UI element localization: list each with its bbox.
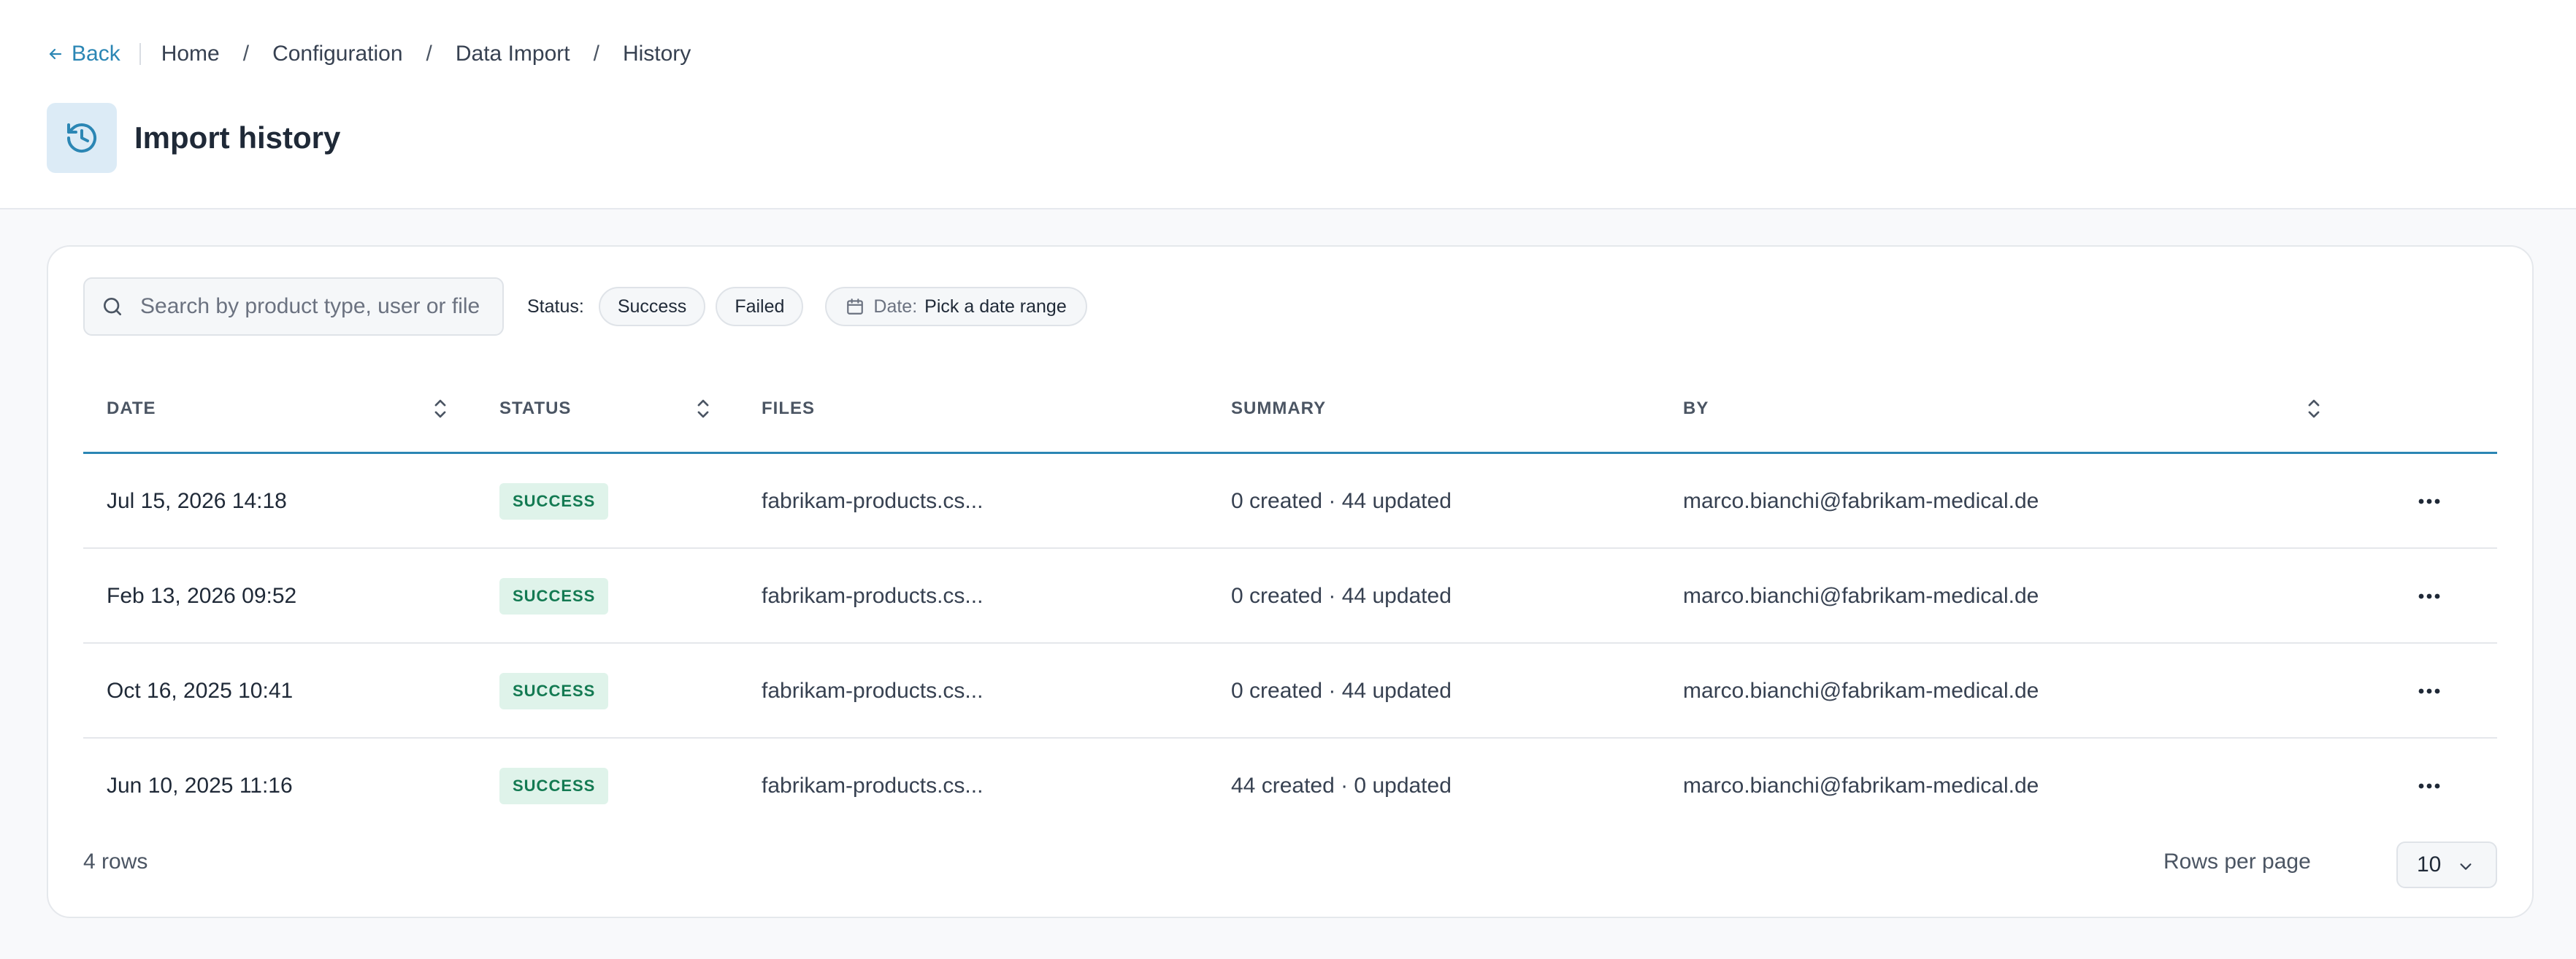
breadcrumb-divider	[139, 43, 141, 65]
date-filter-label: Date:	[873, 296, 918, 317]
more-icon	[2418, 688, 2440, 694]
more-icon	[2418, 498, 2440, 504]
table-row[interactable]: Jul 15, 2026 14:18 SUCCESS fabrikam-prod…	[83, 454, 2497, 549]
more-actions-button[interactable]	[2415, 681, 2443, 701]
cell-date: Jul 15, 2026 14:18	[107, 489, 287, 513]
rows-per-page-select[interactable]: 10	[2396, 841, 2497, 888]
more-icon	[2418, 783, 2440, 789]
table-row[interactable]: Feb 13, 2026 09:52 SUCCESS fabrikam-prod…	[83, 549, 2497, 644]
page-title: Import history	[134, 120, 341, 155]
cell-user: marco.bianchi@fabrikam-medical.de	[1683, 774, 2039, 798]
breadcrumb-data-import[interactable]: Data Import	[456, 42, 570, 66]
back-label: Back	[72, 42, 120, 66]
breadcrumb-separator: /	[426, 42, 432, 66]
status-badge: SUCCESS	[499, 673, 609, 709]
cell-file[interactable]: fabrikam-products.cs...	[762, 549, 983, 644]
cell-file[interactable]: fabrikam-products.cs...	[762, 454, 983, 549]
page-header: Back Home / Configuration / Data Import …	[0, 0, 2576, 209]
status-badge: SUCCESS	[499, 483, 609, 520]
row-count: 4 rows	[83, 850, 148, 874]
cell-summary: 0 created · 44 updated	[1231, 679, 1452, 703]
cell-date: Oct 16, 2025 10:41	[107, 679, 294, 703]
breadcrumb-separator: /	[593, 42, 599, 66]
column-header-date[interactable]: DATE	[107, 363, 156, 454]
chevron-down-icon	[2460, 863, 2472, 870]
column-header-status[interactable]: STATUS	[499, 363, 571, 454]
status-badge: SUCCESS	[499, 768, 609, 804]
breadcrumb-home[interactable]: Home	[161, 42, 220, 66]
search-box[interactable]	[83, 277, 504, 336]
cell-summary: 0 created · 44 updated	[1231, 584, 1452, 608]
filter-bar: Status: Success Failed Date: Pick a date…	[83, 277, 1087, 336]
cell-summary: 0 created · 44 updated	[1231, 489, 1452, 513]
more-actions-button[interactable]	[2415, 491, 2443, 512]
cell-file[interactable]: fabrikam-products.cs...	[762, 644, 983, 739]
status-filter-success[interactable]: Success	[598, 287, 706, 326]
more-icon	[2418, 593, 2440, 599]
search-input[interactable]	[140, 294, 483, 319]
column-header-files: FILES	[762, 398, 816, 418]
rows-per-page-value: 10	[2417, 852, 2442, 877]
cell-user: marco.bianchi@fabrikam-medical.de	[1683, 584, 2039, 608]
status-filter-label: Status:	[527, 296, 584, 317]
rows-per-page-label: Rows per page	[2163, 850, 2311, 874]
breadcrumb: Back Home / Configuration / Data Import …	[47, 38, 691, 70]
cell-user: marco.bianchi@fabrikam-medical.de	[1683, 489, 2039, 513]
status-filter-failed[interactable]: Failed	[716, 287, 804, 326]
calendar-icon	[847, 299, 864, 315]
history-icon	[47, 103, 117, 173]
cell-date: Jun 10, 2025 11:16	[107, 774, 293, 798]
cell-summary: 44 created · 0 updated	[1231, 774, 1452, 798]
cell-file[interactable]: fabrikam-products.cs...	[762, 739, 983, 833]
history-table: DATE STATUS FILES SUMMARY BY Jul 15, 202…	[83, 363, 2497, 833]
table-row[interactable]: Oct 16, 2025 10:41 SUCCESS fabrikam-prod…	[83, 644, 2497, 739]
breadcrumb-separator: /	[242, 42, 250, 66]
cell-user: marco.bianchi@fabrikam-medical.de	[1683, 679, 2039, 703]
title-row: Import history	[47, 103, 340, 173]
date-range-filter[interactable]: Date: Pick a date range	[825, 287, 1087, 326]
breadcrumb-history: History	[622, 42, 691, 66]
table-row[interactable]: Jun 10, 2025 11:16 SUCCESS fabrikam-prod…	[83, 739, 2497, 833]
date-filter-value: Pick a date range	[924, 296, 1067, 317]
history-card: Status: Success Failed Date: Pick a date…	[47, 245, 2534, 918]
back-link[interactable]: Back	[47, 42, 120, 66]
arrow-left-icon	[49, 48, 62, 60]
sort-icon[interactable]	[2303, 396, 2325, 421]
table-header: DATE STATUS FILES SUMMARY BY	[83, 363, 2497, 454]
sort-icon[interactable]	[429, 396, 451, 421]
more-actions-button[interactable]	[2415, 586, 2443, 606]
cell-date: Feb 13, 2026 09:52	[107, 584, 297, 608]
search-icon	[104, 298, 121, 315]
breadcrumb-configuration[interactable]: Configuration	[272, 42, 402, 66]
status-badge: SUCCESS	[499, 578, 609, 615]
more-actions-button[interactable]	[2415, 776, 2443, 796]
column-header-by[interactable]: BY	[1683, 363, 1709, 454]
column-header-summary: SUMMARY	[1231, 398, 1327, 418]
sort-icon[interactable]	[692, 396, 714, 421]
